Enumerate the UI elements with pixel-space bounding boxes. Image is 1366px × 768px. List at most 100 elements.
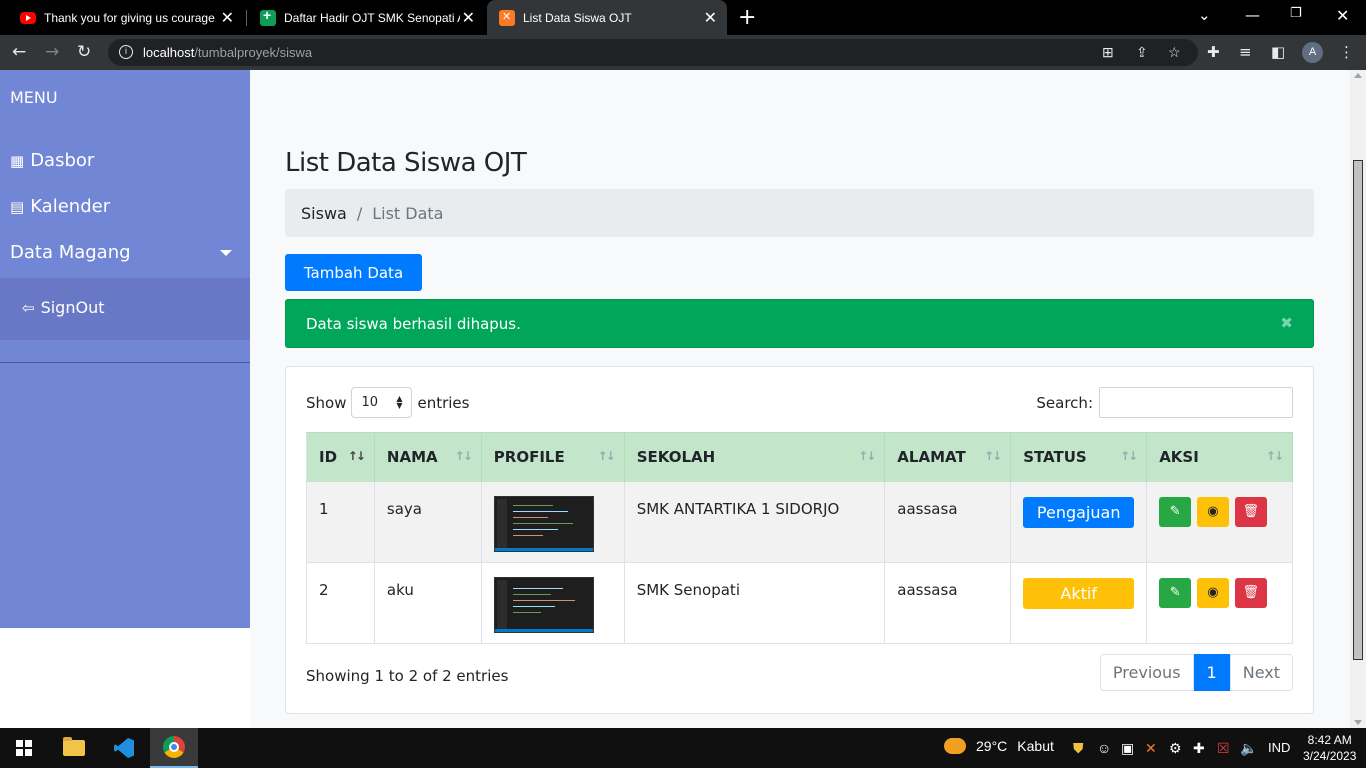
restore-button[interactable]: ❐ [1290,6,1302,21]
trash-icon: 🗑 [1242,503,1259,519]
caret-down-icon [220,249,232,256]
reload-icon[interactable]: ↻ [77,42,91,62]
discord-icon[interactable]: ☺ [1097,740,1111,756]
pagination-previous[interactable]: Previous [1099,654,1194,691]
profile-avatar[interactable]: A [1302,42,1323,63]
media-control-icon[interactable]: ≡ [1239,43,1252,61]
updown-icon: ▲ ▼ [396,394,403,410]
language-indicator[interactable]: IND [1268,740,1290,755]
search-input[interactable] [1099,387,1293,418]
sort-icon: ↑↓ [1120,449,1138,463]
back-icon[interactable]: ← [12,42,26,62]
table-row: 2 aku SMK Senopati aassasa Aktif ✎ ◉ 🗑 [306,562,1293,644]
close-icon[interactable]: ✕ [704,8,717,28]
sidebar-item-dasbor[interactable]: ▦ Dasbor [10,150,94,171]
column-header-alamat[interactable]: ALAMAT ↑↓ [884,432,1012,482]
taskbar-chrome[interactable] [150,728,198,768]
taskbar-file-explorer[interactable] [50,728,98,768]
sheets-icon [260,7,276,26]
entries-length-control: Show 10 ▲ ▼ entries [306,387,469,418]
site-info-icon[interactable]: i [119,45,133,59]
tab-daftar-hadir[interactable]: Daftar Hadir OJT SMK Senopati A ✕ [248,0,485,35]
pagination-page-1[interactable]: 1 [1193,654,1230,691]
entries-select[interactable]: 10 ▲ ▼ [351,387,413,418]
tab-youtube[interactable]: Thank you for giving us courage, ✕ [8,0,244,35]
close-window-button[interactable]: ✕ [1336,6,1349,25]
browser-toolbar: ← → ↻ i localhost/tumbalproyek/siswa ⊞ ⇪… [0,35,1366,70]
cell-status: Pengajuan [1010,481,1148,563]
network-icon[interactable]: ⚙ [1169,740,1182,757]
security-shield-icon[interactable]: ⛊ [1073,740,1084,757]
cell-status: Aktif [1010,562,1148,644]
column-header-nama[interactable]: NAMA ↑↓ [374,432,482,482]
taskbar-vscode[interactable] [100,728,148,768]
vscode-icon [114,738,134,758]
translate-icon[interactable]: ⊞ [1102,44,1114,61]
column-header-profile[interactable]: PROFILE ↑↓ [481,432,625,482]
view-button[interactable]: ◉ [1196,496,1229,527]
tab-search-icon[interactable]: ⌄ [1198,6,1211,24]
sort-icon: ↑↓ [1265,449,1284,463]
table-row: 1 saya SMK ANTARTIKA 1 SIDORJO aassasa P… [306,481,1293,563]
new-tab-button[interactable]: + [738,5,756,30]
extensions-icon[interactable]: ✚ [1207,43,1220,61]
share-icon[interactable]: ⇪ [1136,44,1148,61]
forward-icon[interactable]: → [45,42,59,62]
more-menu-icon[interactable]: ⋮ [1339,43,1354,61]
cell-sekolah: SMK ANTARTIKA 1 SIDORJO [624,481,886,563]
sidebar-item-data-magang[interactable]: Data Magang [10,242,232,263]
close-icon[interactable]: ✕ [462,8,475,28]
search-label: Search: [1036,393,1093,412]
start-button[interactable] [0,728,48,768]
scrollbar-thumb[interactable] [1353,160,1363,660]
shield-icon[interactable]: ✚ [1193,740,1205,757]
scroll-up-icon[interactable] [1354,73,1362,78]
calendar-icon: ▤ [10,197,25,216]
cell-sekolah: SMK Senopati [624,562,886,644]
sort-icon: ↑↓ [984,449,1002,463]
cell-alamat: aassasa [884,481,1012,563]
table-info: Showing 1 to 2 of 2 entries [306,667,509,685]
cell-nama: saya [374,481,482,563]
scroll-down-icon[interactable] [1354,720,1362,725]
sidebar-item-kalender[interactable]: ▤ Kalender [10,196,110,217]
edit-button[interactable]: ✎ [1159,578,1192,608]
view-button[interactable]: ◉ [1196,578,1229,608]
column-header-aksi[interactable]: AKSI ↑↓ [1146,432,1293,482]
profile-thumbnail[interactable] [493,577,594,633]
cell-nama: aku [374,562,482,644]
pagination-next[interactable]: Next [1229,654,1293,691]
tab-title: Daftar Hadir OJT SMK Senopati A [284,10,460,25]
address-bar[interactable]: i localhost/tumbalproyek/siswa ⊞ ⇪ ☆ [108,39,1198,66]
minimize-button[interactable]: — [1245,6,1260,24]
edit-button[interactable]: ✎ [1159,496,1192,527]
column-header-id[interactable]: ID ↑↓ [306,432,375,482]
column-header-status[interactable]: STATUS ↑↓ [1010,432,1148,482]
delete-button[interactable]: 🗑 [1234,578,1267,608]
clock-date: 3/24/2023 [1303,749,1357,763]
page-scrollbar[interactable] [1350,70,1366,728]
sidebar-submenu: ⇦ SignOut [0,278,250,340]
side-panel-icon[interactable]: ◧ [1271,43,1285,61]
close-icon[interactable]: ✕ [221,8,234,28]
breadcrumb-item-siswa[interactable]: Siswa [301,204,347,223]
delete-button[interactable]: 🗑 [1234,496,1267,527]
xampp-tray-icon[interactable]: ✕ [1145,740,1157,757]
weather-widget[interactable]: 29°C Kabut [944,738,1054,754]
device-icon[interactable]: ▣ [1121,740,1134,757]
tambah-data-button[interactable]: Tambah Data [285,254,422,291]
data-table-card: Show 10 ▲ ▼ entries Search: ID ↑↓ NAMA ↑↓ P… [285,366,1314,714]
sidebar-menu-title: MENU [10,88,58,107]
sidebar-item-signout[interactable]: ⇦ SignOut [22,298,104,317]
volume-icon[interactable]: 🔈 [1240,740,1257,757]
vpn-disconnected-icon[interactable]: ☒ [1217,740,1230,757]
sort-icon: ↑↓ [858,449,876,463]
success-alert: Data siswa berhasil dihapus. ✖ [285,299,1314,348]
url-text: localhost/tumbalproyek/siswa [143,45,313,60]
tab-list-data-siswa[interactable]: List Data Siswa OJT ✕ [487,0,727,35]
system-clock[interactable]: 8:42 AM 3/24/2023 [1303,732,1356,764]
close-icon[interactable]: ✖ [1280,314,1293,332]
profile-thumbnail[interactable] [493,495,594,552]
column-header-sekolah[interactable]: SEKOLAH ↑↓ [624,432,886,482]
bookmark-star-icon[interactable]: ☆ [1168,44,1181,61]
